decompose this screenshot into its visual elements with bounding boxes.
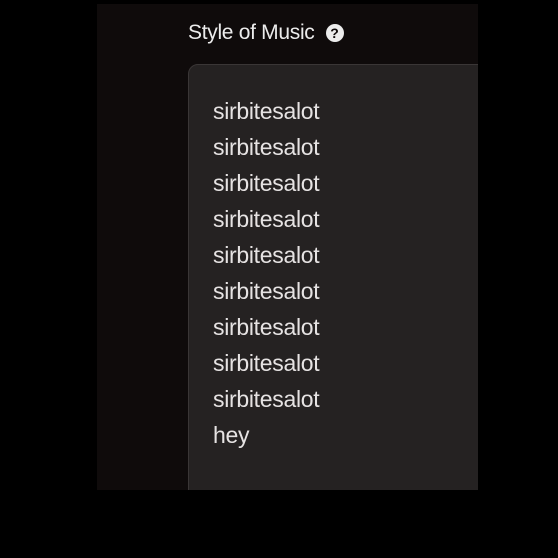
style-of-music-label: Style of Music (188, 21, 315, 44)
textarea-line: sirbitesalot (213, 242, 320, 268)
textarea-line: sirbitesalot (213, 314, 320, 340)
textarea-line: sirbitesalot (213, 278, 320, 304)
textarea-line: sirbitesalot (213, 350, 320, 376)
question-circle-icon[interactable]: ? (325, 24, 344, 42)
textarea-line: sirbitesalot (213, 206, 320, 232)
style-of-music-textarea[interactable]: sirbitesalot sirbitesalot sirbitesalot sirb… (188, 64, 478, 490)
style-of-music-panel: Style of Music ? sirbitesalot sirbitesalo… (97, 4, 478, 490)
textarea-line: sirbitesalot (213, 170, 320, 196)
textarea-line: sirbitesalot (213, 98, 320, 124)
field-label-row: Style of Music ? (188, 21, 344, 45)
textarea-line: hey (213, 422, 250, 448)
textarea-line: sirbitesalot (213, 386, 320, 412)
textarea-line: sirbitesalot (213, 134, 320, 160)
